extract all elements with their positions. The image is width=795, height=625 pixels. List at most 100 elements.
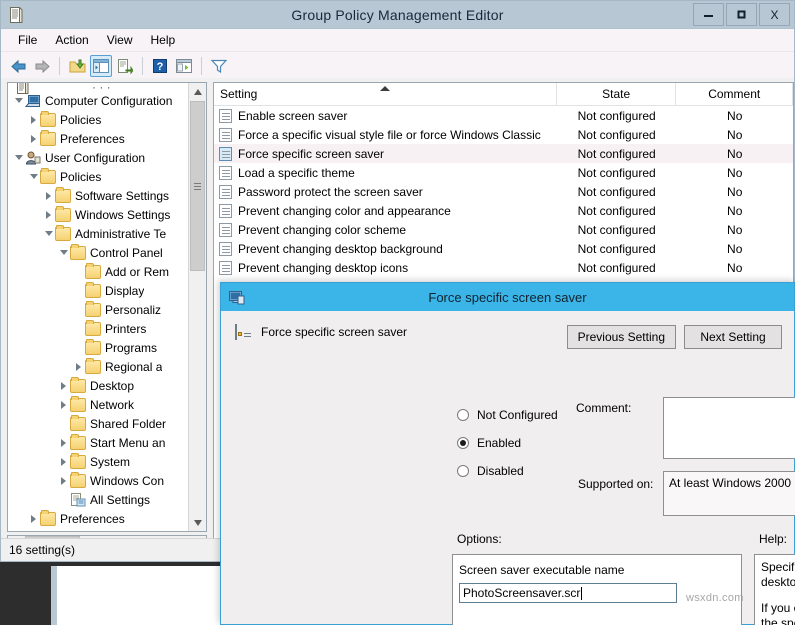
next-setting-button[interactable]: Next Setting xyxy=(684,325,782,349)
tree-item-regional-a[interactable]: Regional a xyxy=(8,357,189,376)
tree-item-preferences[interactable]: Preferences xyxy=(8,129,189,148)
tree-item-start-menu-an[interactable]: Start Menu an xyxy=(8,433,189,452)
settings-list-body[interactable]: Enable screen saverNot configuredNoForce… xyxy=(214,106,793,277)
console-tree[interactable]: · · ·Computer ConfigurationPoliciesPrefe… xyxy=(8,83,189,531)
chevron-right-icon[interactable] xyxy=(27,113,40,126)
tree-item-software-settings[interactable]: Software Settings xyxy=(8,186,189,205)
chevron-down-icon[interactable] xyxy=(12,151,25,164)
chevron-right-icon[interactable] xyxy=(27,132,40,145)
comment-textarea[interactable] xyxy=(663,397,795,459)
tree-item-programs[interactable]: Programs xyxy=(8,338,189,357)
chevron-down-icon[interactable] xyxy=(12,94,25,107)
chevron-right-icon[interactable] xyxy=(42,208,55,221)
tree-scroll-up-icon[interactable] xyxy=(189,83,206,100)
close-button[interactable]: X xyxy=(759,3,790,26)
tree-vertical-scrollbar[interactable] xyxy=(188,83,206,531)
policy-setting-icon xyxy=(219,261,232,275)
table-row[interactable]: Prevent changing color and appearanceNot… xyxy=(214,201,793,220)
chevron-right-icon[interactable] xyxy=(57,436,70,449)
chevron-down-icon[interactable] xyxy=(57,246,70,259)
tree-item-computer-configuration[interactable]: Computer Configuration xyxy=(8,91,189,110)
list-cell-setting-label: Prevent changing desktop background xyxy=(238,242,443,256)
show-hide-tree-icon[interactable] xyxy=(90,55,112,77)
list-cell-comment: No xyxy=(676,204,793,218)
table-row[interactable]: Force a specific visual style file or fo… xyxy=(214,125,793,144)
table-row[interactable]: Force specific screen saverNot configure… xyxy=(214,144,793,163)
properties-icon[interactable] xyxy=(173,55,195,77)
tree-item-user-configuration[interactable]: User Configuration xyxy=(8,148,189,167)
folder-icon xyxy=(70,245,86,261)
list-cell-comment: No xyxy=(676,166,793,180)
tree-item-windows-con[interactable]: Windows Con xyxy=(8,471,189,490)
filter-icon[interactable] xyxy=(208,55,230,77)
window-titlebar[interactable]: Group Policy Management Editor X xyxy=(1,1,794,29)
tree-item-printers[interactable]: Printers xyxy=(8,319,189,338)
menu-file[interactable]: File xyxy=(9,31,46,49)
folder-icon xyxy=(40,511,56,527)
radio-disabled[interactable]: Disabled xyxy=(457,457,597,485)
computer-icon xyxy=(25,93,41,109)
options-label: Options: xyxy=(457,532,502,546)
tree-item-desktop[interactable]: Desktop xyxy=(8,376,189,395)
maximize-button[interactable] xyxy=(726,3,757,26)
tree-item-windows-settings[interactable]: Windows Settings xyxy=(8,205,189,224)
tree-item-network[interactable]: Network xyxy=(8,395,189,414)
toolbar-separator xyxy=(59,57,60,75)
tree-item-system[interactable]: System xyxy=(8,452,189,471)
tree-item-add-or-rem[interactable]: Add or Rem xyxy=(8,262,189,281)
table-row[interactable]: Load a specific themeNot configuredNo xyxy=(214,163,793,182)
list-column-header-setting[interactable]: Setting xyxy=(214,83,557,105)
list-column-header-state[interactable]: State xyxy=(557,83,677,105)
table-row[interactable]: Enable screen saverNot configuredNo xyxy=(214,106,793,125)
chevron-right-icon[interactable] xyxy=(72,360,85,373)
folder-icon xyxy=(70,397,86,413)
chevron-down-icon[interactable] xyxy=(42,227,55,240)
chevron-right-icon[interactable] xyxy=(42,189,55,202)
chevron-right-icon[interactable] xyxy=(57,455,70,468)
help-panel[interactable]: Specifies the screen saver for the user'… xyxy=(754,554,795,625)
tree-item-label: Personaliz xyxy=(105,303,161,317)
tree-item-shared-folder[interactable]: Shared Folder xyxy=(8,414,189,433)
previous-setting-button[interactable]: Previous Setting xyxy=(567,325,676,349)
chevron-down-icon[interactable] xyxy=(27,170,40,183)
export-list-icon[interactable] xyxy=(114,55,136,77)
screen-saver-executable-input[interactable]: PhotoScreensaver.scr xyxy=(459,583,677,603)
list-cell-setting-label: Load a specific theme xyxy=(238,166,355,180)
tree-scrollbar-thumb[interactable] xyxy=(190,101,205,271)
dialog-titlebar[interactable]: Force specific screen saver xyxy=(221,283,794,311)
tree-item-label: All Settings xyxy=(90,493,150,507)
tree-item-display[interactable]: Display xyxy=(8,281,189,300)
back-icon[interactable] xyxy=(7,55,29,77)
chevron-right-icon[interactable] xyxy=(57,379,70,392)
tree-item-personaliz[interactable]: Personaliz xyxy=(8,300,189,319)
menu-action[interactable]: Action xyxy=(46,31,97,49)
tree-item-preferences[interactable]: Preferences xyxy=(8,509,189,528)
help-icon[interactable]: ? xyxy=(149,55,171,77)
menu-help[interactable]: Help xyxy=(142,31,185,49)
table-row[interactable]: Prevent changing desktop iconsNot config… xyxy=(214,258,793,277)
chevron-right-icon[interactable] xyxy=(57,398,70,411)
table-row[interactable]: Password protect the screen saverNot con… xyxy=(214,182,793,201)
sort-ascending-icon xyxy=(380,86,390,91)
list-column-header-comment[interactable]: Comment xyxy=(676,83,793,105)
forward-icon[interactable] xyxy=(31,55,53,77)
radio-enabled[interactable]: Enabled xyxy=(457,429,597,457)
tree-item-control-panel[interactable]: Control Panel xyxy=(8,243,189,262)
table-row[interactable]: Prevent changing color schemeNot configu… xyxy=(214,220,793,239)
radio-enabled-label: Enabled xyxy=(477,436,521,450)
pane-splitter[interactable] xyxy=(208,82,212,552)
table-row[interactable]: Prevent changing desktop backgroundNot c… xyxy=(214,239,793,258)
tree-item-policies[interactable]: Policies xyxy=(8,167,189,186)
menu-view[interactable]: View xyxy=(98,31,142,49)
tree-expander-placeholder xyxy=(57,493,70,506)
up-folder-icon[interactable] xyxy=(66,55,88,77)
chevron-right-icon[interactable] xyxy=(27,512,40,525)
chevron-right-icon[interactable] xyxy=(57,474,70,487)
list-column-header-label: State xyxy=(602,87,630,101)
tree-scroll-down-icon[interactable] xyxy=(189,514,206,531)
minimize-button[interactable] xyxy=(693,3,724,26)
dialog-title: Force specific screen saver xyxy=(221,290,794,305)
tree-item-all-settings[interactable]: All Settings xyxy=(8,490,189,509)
tree-item-policies[interactable]: Policies xyxy=(8,110,189,129)
tree-item-administrative-te[interactable]: Administrative Te xyxy=(8,224,189,243)
